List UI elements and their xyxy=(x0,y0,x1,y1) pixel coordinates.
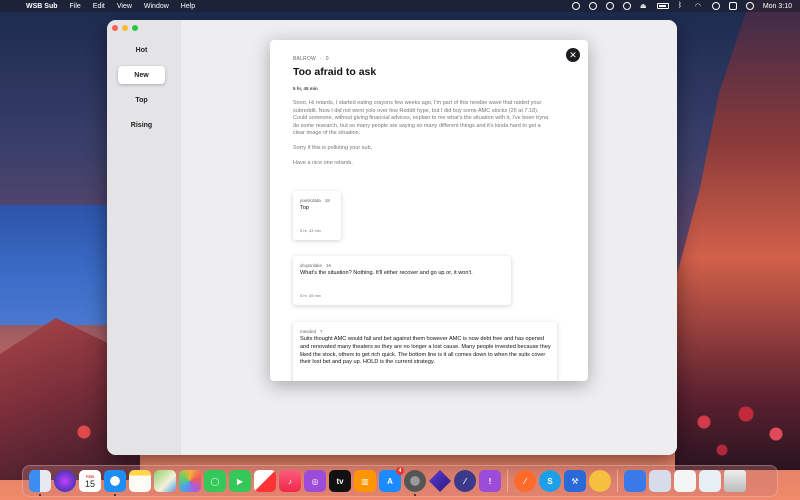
battery-icon[interactable] xyxy=(656,3,669,9)
clock[interactable]: Mon 3:10 xyxy=(763,3,792,10)
post-body: Sooo, Hi retards, I started eating crayo… xyxy=(293,100,553,174)
photos-icon[interactable] xyxy=(179,470,201,492)
compass-icon[interactable]: ⁄ xyxy=(514,470,536,492)
dock-separator xyxy=(507,470,508,492)
minimize-window-button[interactable] xyxy=(122,25,128,31)
post-paragraph: Sooo, Hi retards, I started eating crayo… xyxy=(293,100,549,137)
xcode-icon[interactable]: ⚒ xyxy=(564,470,586,492)
window-controls xyxy=(112,25,138,31)
siri-menu-icon[interactable] xyxy=(745,2,754,10)
news-icon[interactable] xyxy=(254,470,276,492)
comment-time: 5 hr, 43 min xyxy=(300,228,321,233)
finder-icon[interactable] xyxy=(29,470,51,496)
trash-icon[interactable] xyxy=(724,470,746,492)
app-store-badge: 4 xyxy=(396,467,404,475)
post-author[interactable]: BALROW xyxy=(293,56,316,62)
sidebar-item-rising[interactable]: Rising xyxy=(118,116,165,134)
document-icon[interactable] xyxy=(674,470,696,492)
status-c-icon[interactable] xyxy=(605,2,614,10)
wallpaper-flowers xyxy=(680,390,800,470)
facetime-icon[interactable]: ▶ xyxy=(229,470,251,492)
control-center-icon[interactable] xyxy=(728,2,737,10)
moon-icon[interactable] xyxy=(622,2,631,10)
comment-meta: poeticdata 18 xyxy=(300,198,330,203)
dock-separator xyxy=(617,470,618,492)
sidebar-item-top[interactable]: Top xyxy=(118,91,165,109)
finder-doc-icon[interactable] xyxy=(624,470,646,492)
maps-icon[interactable] xyxy=(154,470,176,492)
comment-text: What's the situation? Nothing. It'll eit… xyxy=(300,270,473,276)
post-paragraph: Have a nice one retards. xyxy=(293,159,353,166)
app-store-icon[interactable]: A4 xyxy=(379,467,404,492)
comment-meta: dropsnlake 16 xyxy=(300,263,331,268)
comment-card[interactable]: poeticdata 18 Top 5 hr, 43 min xyxy=(293,191,341,240)
menu-app-name[interactable]: WSB Sub xyxy=(26,3,58,10)
menu-file[interactable]: File xyxy=(70,3,81,10)
menu-edit[interactable]: Edit xyxy=(93,3,105,10)
status-a-icon[interactable] xyxy=(571,2,580,10)
wifi-icon[interactable]: ◠ xyxy=(695,2,703,10)
wsb-app-icon[interactable] xyxy=(429,470,451,492)
anon-icon[interactable] xyxy=(589,470,611,492)
menu-bar: WSB Sub File Edit View Window Help ⏏ ᛒ ◠… xyxy=(0,0,800,12)
feedback-icon[interactable]: ! xyxy=(479,470,501,492)
close-window-button[interactable] xyxy=(112,25,118,31)
menu-view[interactable]: View xyxy=(117,3,132,10)
sidebar-item-new[interactable]: New xyxy=(118,66,165,84)
post-title: Too afraid to ask xyxy=(293,66,377,78)
search-icon[interactable] xyxy=(711,2,720,10)
safari-icon[interactable] xyxy=(104,470,126,496)
comment-score: 18 xyxy=(324,198,330,203)
bluetooth-icon[interactable]: ᛒ xyxy=(678,2,686,10)
comment-meta: mesded 7 xyxy=(300,329,323,334)
comment-text: Suits thought AMC would fail and bet aga… xyxy=(300,336,551,366)
post-score: 0 xyxy=(325,56,329,62)
sidebar: Hot New Top Rising xyxy=(107,20,181,455)
comment-text: Top xyxy=(300,205,310,211)
tv-icon[interactable]: tv xyxy=(329,470,351,492)
comment-card[interactable]: dropsnlake 16 What's the situation? Nothi… xyxy=(293,256,511,305)
preview-icon[interactable] xyxy=(649,470,671,492)
post-paragraph: Sorry if this is polluting your sub, xyxy=(293,144,373,151)
notes-icon[interactable] xyxy=(129,470,151,492)
comment-score: 7 xyxy=(320,329,323,334)
menu-window[interactable]: Window xyxy=(144,3,169,10)
eject-icon[interactable]: ⏏ xyxy=(640,2,648,10)
vpn-icon[interactable]: ⁄ xyxy=(454,470,476,492)
status-b-icon[interactable] xyxy=(588,2,597,10)
post-time: 5 hr, 45 min xyxy=(293,86,318,91)
comment-card[interactable]: mesded 7 Suits thought AMC would fail and… xyxy=(293,322,557,381)
comment-author[interactable]: dropsnlake xyxy=(300,263,322,268)
close-icon[interactable]: ✕ xyxy=(566,48,580,62)
calendar-day: 15 xyxy=(84,478,95,489)
skype-icon[interactable]: S xyxy=(539,470,561,492)
messages-icon[interactable]: ◯ xyxy=(204,470,226,492)
post-meta: BALROW · 0 xyxy=(293,56,329,62)
menu-help[interactable]: Help xyxy=(181,3,195,10)
dock: FEB 15 ◯ ▶ ♪ ◎ tv ▥ A4 ⁄ ! ⁄ S ⚒ xyxy=(22,465,778,497)
siri-icon[interactable] xyxy=(54,470,76,492)
comment-score: 16 xyxy=(326,263,332,268)
sidebar-item-hot[interactable]: Hot xyxy=(118,41,165,59)
post-detail-modal: ✕ BALROW · 0 Too afraid to ask 5 hr, 45 mi… xyxy=(270,40,588,381)
comment-time: 5 hr, 35 min xyxy=(300,293,321,298)
books-icon[interactable]: ▥ xyxy=(354,470,376,492)
screenshot-icon[interactable] xyxy=(699,470,721,492)
system-preferences-icon[interactable] xyxy=(404,470,426,496)
zoom-window-button[interactable] xyxy=(132,25,138,31)
podcasts-icon[interactable]: ◎ xyxy=(304,470,326,492)
comment-author[interactable]: mesded xyxy=(300,329,316,334)
comment-author[interactable]: poeticdata xyxy=(300,198,321,203)
music-icon[interactable]: ♪ xyxy=(279,470,301,492)
calendar-icon[interactable]: FEB 15 xyxy=(79,470,101,492)
